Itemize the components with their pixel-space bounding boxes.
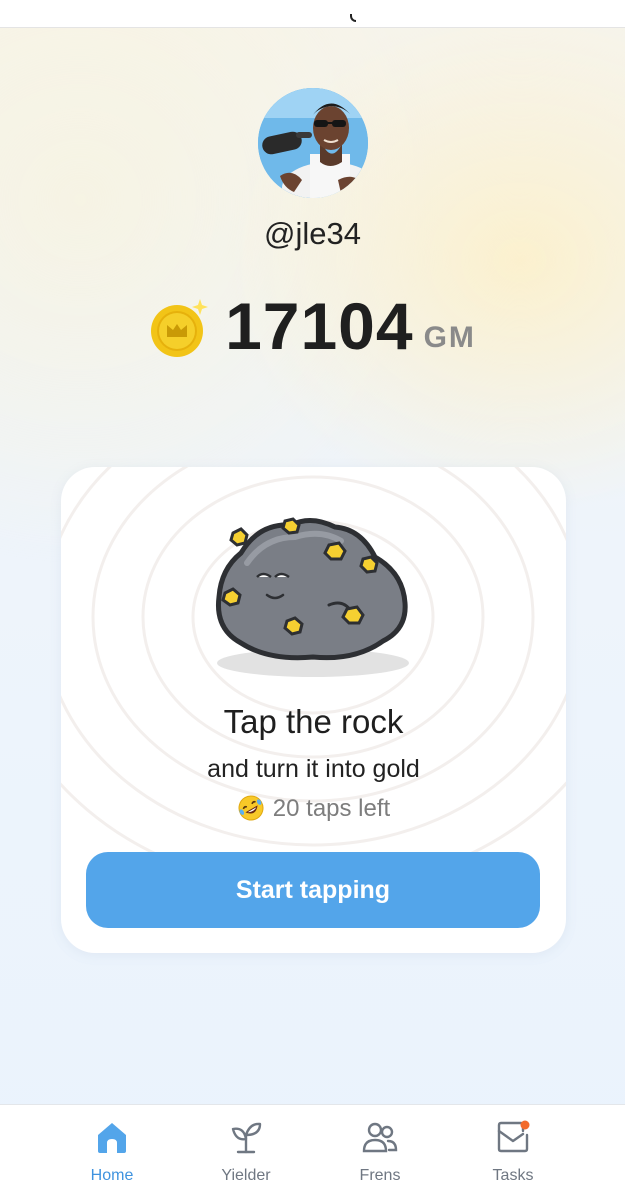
tap-rock-card: Tap the rock and turn it into gold 20 ta…	[61, 467, 566, 953]
nav-label-tasks: Tasks	[492, 1167, 534, 1184]
balance-unit: GM	[423, 321, 476, 354]
card-subtitle: and turn it into gold	[207, 755, 420, 783]
notification-dot	[520, 1120, 530, 1130]
sprout-icon	[231, 1122, 262, 1154]
balance-amount: 17104	[225, 289, 414, 363]
nav-label-frens: Frens	[359, 1167, 401, 1184]
tasks-mail-icon	[497, 1120, 530, 1153]
taps-left: 20 taps left	[61, 795, 566, 823]
bottom-nav: Home Yielder Frens Tasks	[0, 1104, 625, 1200]
nav-label-home: Home	[90, 1167, 134, 1184]
nav-item-yielder[interactable]: Yielder	[191, 1105, 301, 1200]
home-icon	[98, 1123, 126, 1153]
nav-label-yielder: Yielder	[221, 1167, 271, 1184]
rofl-emoji-icon	[238, 795, 264, 821]
start-tapping-button[interactable]: Start tapping	[86, 852, 540, 928]
balance-display: 17104 GM	[0, 286, 625, 366]
gold-coin-icon	[151, 299, 209, 357]
top-app-bar	[0, 0, 625, 28]
user-avatar-photo	[258, 88, 368, 198]
friends-icon	[362, 1122, 398, 1153]
nav-item-tasks[interactable]: Tasks	[458, 1105, 568, 1200]
nav-item-frens[interactable]: Frens	[325, 1105, 435, 1200]
rock-icon[interactable]	[211, 513, 421, 683]
title-fragment	[350, 14, 356, 22]
avatar[interactable]	[258, 88, 368, 198]
card-title: Tap the rock	[223, 703, 404, 740]
nav-item-home[interactable]: Home	[57, 1105, 167, 1200]
username: @jle34	[264, 216, 361, 251]
taps-left-text: 20 taps left	[272, 795, 391, 822]
